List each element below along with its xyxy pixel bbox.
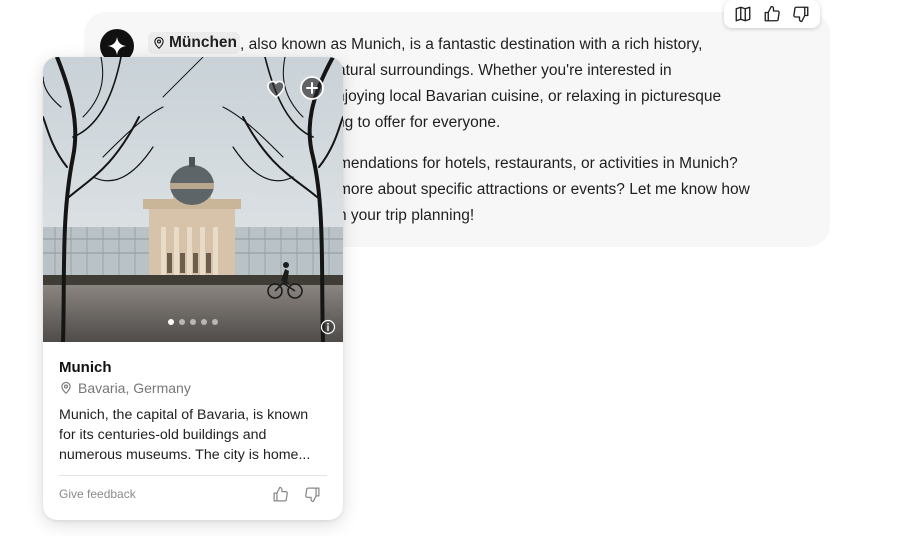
place-description-line: Munich, the capital of Bavaria, is known — [59, 407, 309, 423]
message-line-2: ul natural surroundings. Whether you're … — [312, 62, 672, 79]
thumbs-down-button[interactable] — [789, 2, 813, 26]
message-line-1: München , also known as Munich, is a fan… — [148, 31, 703, 58]
message-action-bar — [724, 0, 820, 28]
munich-palace-photo — [43, 57, 343, 342]
image-dot-5[interactable] — [212, 319, 218, 325]
place-title: Munich — [59, 359, 112, 376]
thumbs-up-button[interactable] — [760, 2, 784, 26]
message-line-4: ng to offer for everyone. — [336, 114, 501, 131]
add-to-trip-button[interactable] — [299, 75, 325, 101]
location-pin-icon — [154, 36, 164, 49]
image-dot-3[interactable] — [190, 319, 196, 325]
place-photo[interactable] — [43, 57, 343, 342]
image-dot-4[interactable] — [201, 319, 207, 325]
map-icon — [735, 6, 751, 22]
thumbs-up-icon — [272, 486, 288, 502]
message-line-7: n your trip planning! — [338, 207, 475, 224]
show-map-button[interactable] — [731, 2, 755, 26]
place-chip-label: München — [169, 33, 238, 51]
plus-circle-icon — [300, 76, 324, 100]
place-chip-munchen[interactable]: München — [148, 31, 241, 54]
message-text: , also known as Munich, is a fantastic d… — [240, 36, 703, 53]
thumbs-up-icon — [764, 5, 780, 22]
thumbs-down-icon — [793, 6, 809, 23]
image-dot-2[interactable] — [179, 319, 185, 325]
card-thumbs-down-button[interactable] — [302, 484, 322, 504]
sparkle-icon — [107, 36, 127, 56]
card-thumbs-up-button[interactable] — [270, 484, 290, 504]
location-pin-icon — [61, 381, 71, 395]
image-dot-1[interactable] — [168, 319, 174, 325]
place-description-line: for its centuries-old buildings and — [59, 427, 267, 443]
place-description: Munich, the capital of Bavaria, is known… — [59, 405, 331, 465]
favorite-button[interactable] — [263, 75, 289, 101]
place-description-line: numerous museums. The city is home... — [59, 447, 311, 463]
card-divider — [59, 475, 327, 476]
thumbs-down-icon — [304, 486, 320, 502]
image-pagination-dots — [168, 319, 218, 325]
give-feedback-link[interactable]: Give feedback — [59, 487, 136, 501]
place-card[interactable]: Munich Bavaria, Germany Munich, the capi… — [43, 57, 343, 520]
place-location-label: Bavaria, Germany — [78, 380, 191, 396]
place-location: Bavaria, Germany — [59, 380, 191, 396]
info-icon[interactable] — [320, 319, 336, 335]
heart-icon — [267, 80, 285, 98]
message-line-3: njoying local Bavarian cuisine, or relax… — [336, 88, 722, 105]
message-line-5: mendations for hotels, restaurants, or a… — [338, 155, 738, 172]
message-line-6: more about specific attractions or event… — [338, 181, 750, 198]
